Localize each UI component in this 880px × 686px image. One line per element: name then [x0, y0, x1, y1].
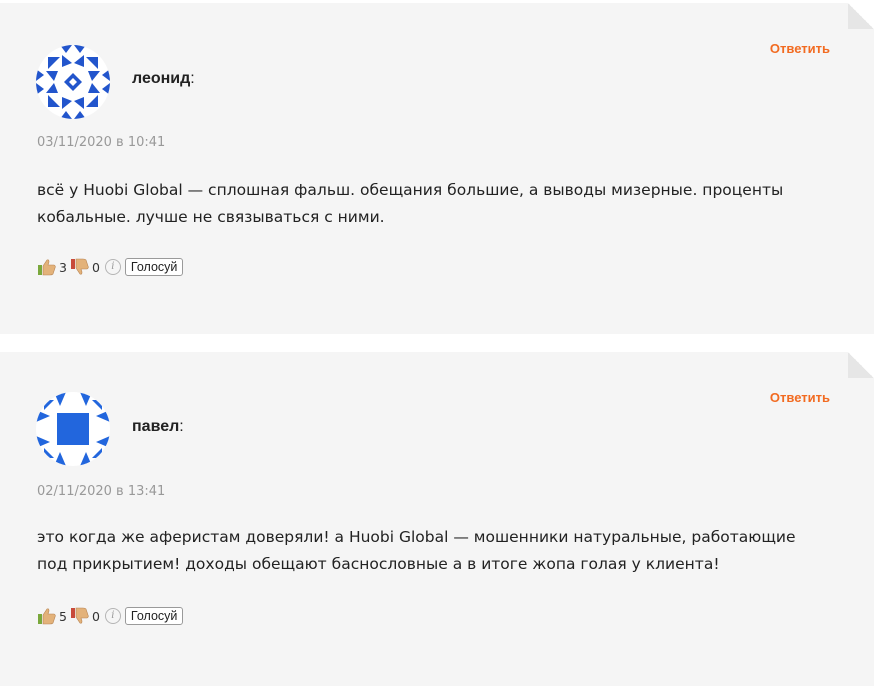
- author-colon: :: [179, 418, 184, 435]
- comment-text-line: всё у Huobi Global — сплошная фальш. обе…: [37, 181, 784, 199]
- vote-bar: 5 0 i Голосуй: [37, 605, 184, 627]
- dislikes-count: 0: [91, 608, 100, 624]
- avatar[interactable]: [36, 392, 110, 466]
- author-name: леонид: [132, 70, 191, 87]
- info-icon[interactable]: i: [104, 259, 121, 275]
- dislikes-count: 0: [91, 259, 100, 275]
- comment-author: леонид:: [132, 70, 195, 88]
- comment-date: 03/11/2020 в 10:41: [37, 135, 166, 150]
- vote-bar: 3 0 i Голосуй: [37, 256, 184, 278]
- comment-text-line: под прикрытием! доходы обещают баснослов…: [37, 555, 720, 573]
- thumbs-down-icon[interactable]: [70, 258, 90, 276]
- thumbs-up-icon[interactable]: [37, 258, 57, 276]
- avatar[interactable]: [36, 45, 110, 119]
- reply-button[interactable]: Ответить: [770, 41, 830, 56]
- comment-card: леонид: Ответить 03/11/2020 в 10:41 всё …: [0, 3, 874, 334]
- reply-button[interactable]: Ответить: [770, 390, 830, 405]
- likes-count: 5: [59, 608, 67, 624]
- comment-text-line: это когда же аферистам доверяли! а Huobi…: [37, 528, 796, 546]
- thumbs-down-icon[interactable]: [70, 607, 90, 625]
- comment-text-line: кобальные. лучше не связываться с ними.: [37, 208, 385, 226]
- comment-date: 02/11/2020 в 13:41: [37, 484, 166, 499]
- comment-author: павел:: [132, 418, 184, 436]
- likes-count: 3: [59, 259, 67, 275]
- vote-button[interactable]: Голосуй: [124, 607, 184, 625]
- author-name: павел: [132, 418, 180, 435]
- info-icon[interactable]: i: [104, 608, 121, 624]
- thumbs-up-icon[interactable]: [37, 607, 57, 625]
- card-corner-fold: [848, 352, 874, 378]
- vote-button[interactable]: Голосуй: [124, 258, 184, 276]
- author-colon: :: [190, 70, 195, 87]
- card-corner-fold: [848, 3, 874, 29]
- comment-text: это когда же аферистам доверяли! а Huobi…: [37, 524, 827, 578]
- comment-card: павел: Ответить 02/11/2020 в 13:41 это к…: [0, 352, 874, 686]
- comment-text: всё у Huobi Global — сплошная фальш. обе…: [37, 177, 827, 231]
